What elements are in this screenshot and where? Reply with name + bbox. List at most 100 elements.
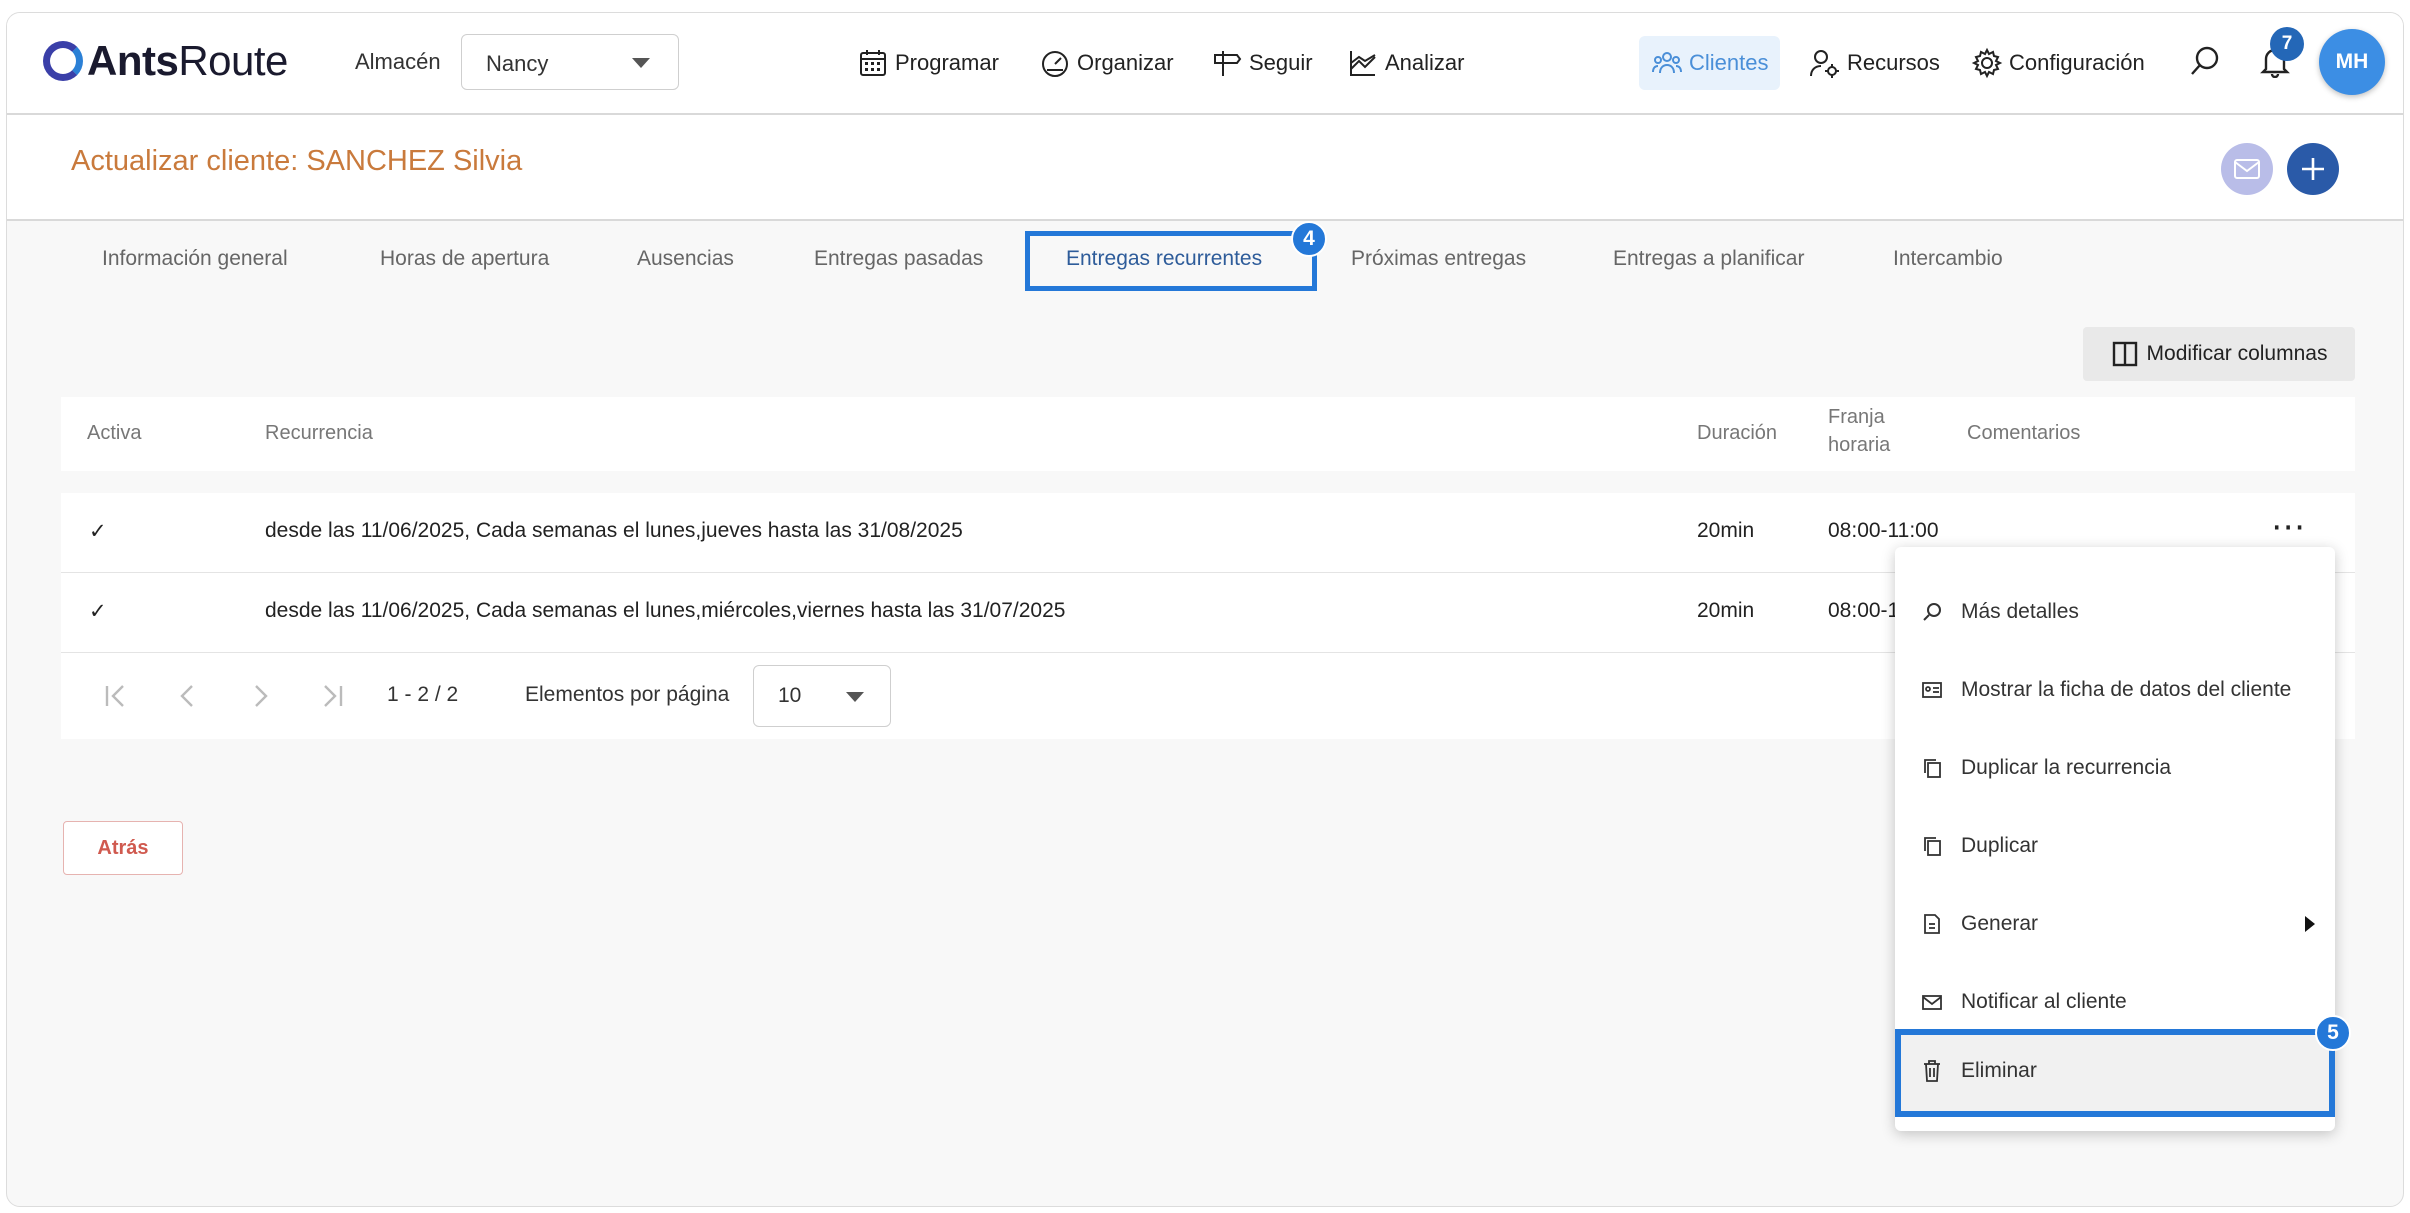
page-range: 1 - 2 / 2 [387,683,459,706]
tab-intercambio[interactable]: Intercambio [1893,247,2003,271]
menu-item-label: Generar [1961,912,2039,935]
menu-item-mas-detalles[interactable]: Más detalles [1895,573,2335,651]
nav-organizar-label: Organizar [1077,50,1174,75]
mail-icon [2234,159,2260,179]
menu-item-duplicar-recurrencia[interactable]: Duplicar la recurrencia [1895,729,2335,807]
search-button[interactable] [2183,39,2227,83]
brand-bold: Ants [87,37,179,84]
step-badge: 5 [2315,1015,2351,1051]
nav-analizar-label: Analizar [1385,50,1465,75]
tab-proximas-entregas[interactable]: Próximas entregas [1351,247,1526,271]
nav-configuracion-label: Configuración [2009,50,2145,75]
row-actions-button[interactable]: ⋯ [2271,507,2306,547]
warehouse-value: Nancy [486,51,549,76]
nav-programar-label: Programar [895,50,999,75]
chevron-down-icon [632,58,650,68]
column-header-active[interactable]: Activa [87,419,141,447]
step-badge: 4 [1291,221,1327,257]
signpost-icon [1214,51,1242,76]
modify-columns-label: Modificar columnas [2146,342,2328,365]
tab-horas-apertura[interactable]: Horas de apertura [380,247,549,271]
copy-icon [1924,759,1941,778]
nav-seguir[interactable]: Seguir [1211,43,1313,83]
add-button[interactable] [2287,143,2339,195]
column-header-slot-line2[interactable]: horaria [1828,431,1890,459]
nav-configuracion[interactable]: Configuración [1971,43,2145,83]
menu-item-label: Eliminar [1961,1059,2037,1082]
page-header: Actualizar cliente: SANCHEZ Silvia [7,115,2403,221]
chart-icon [1350,51,1376,76]
mail-icon [1922,995,1942,1010]
row-active-check: ✓ [89,600,107,623]
columns-icon [2112,341,2137,367]
back-button[interactable]: Atrás [63,821,183,875]
last-page-icon[interactable] [317,681,347,711]
menu-item-label: Duplicar la recurrencia [1961,756,2172,779]
email-button[interactable] [2221,143,2273,195]
warehouse-label: Almacén [355,49,441,74]
next-page-icon[interactable] [245,681,275,711]
zoom-icon [1923,603,1941,621]
nav-recursos[interactable]: Recursos [1809,43,1940,83]
brand-light: Route [178,37,288,84]
nav-organizar[interactable]: Organizar [1039,43,1174,83]
modify-columns-button[interactable]: Modificar columnas [2083,327,2355,381]
gear-icon [1971,47,2003,79]
search-icon [2191,46,2219,75]
tab-informacion-general[interactable]: Información general [102,247,288,271]
row-recurrence: desde las 11/06/2025, Cada semanas el lu… [265,599,1066,622]
row-active-check: ✓ [89,520,107,543]
speedometer-icon [1042,51,1068,77]
trash-icon [1924,1060,1940,1082]
menu-item-eliminar[interactable]: Eliminar [1895,1029,2335,1117]
plus-icon [2302,158,2324,180]
nav-clientes[interactable]: Clientes [1639,36,1781,90]
document-icon [1924,914,1940,934]
menu-item-label: Duplicar [1961,834,2039,857]
caret-right-icon [2305,916,2315,932]
copy-icon [1924,837,1941,856]
menu-item-label: Notificar al cliente [1961,990,2127,1013]
per-page-select[interactable]: 10 [753,665,891,727]
row-slot: 08:00-11:00 [1828,519,1939,542]
prev-page-icon[interactable] [173,681,203,711]
page-title: Actualizar cliente: SANCHEZ Silvia [71,145,523,177]
column-header-comments[interactable]: Comentarios [1967,419,2080,447]
menu-item-duplicar[interactable]: Duplicar [1895,807,2335,885]
avatar[interactable]: MH [2319,29,2385,95]
chevron-down-icon [846,692,864,702]
notification-count-badge: 7 [2270,27,2304,61]
row-duration: 20min [1697,599,1755,622]
tab-ausencias[interactable]: Ausencias [637,247,734,271]
column-header-recurrence[interactable]: Recurrencia [265,419,373,447]
calendar-icon [860,50,886,76]
row-slot: 08:00-1 [1828,599,1900,622]
tab-entregas-pasadas[interactable]: Entregas pasadas [814,247,983,271]
id-card-icon [1922,682,1942,698]
per-page-label: Elementos por página [525,683,730,706]
tab-entregas-a-planificar[interactable]: Entregas a planificar [1613,247,1804,271]
first-page-icon[interactable] [101,681,131,711]
nav-analizar[interactable]: Analizar [1347,43,1464,83]
warehouse-select[interactable]: Nancy [461,34,679,90]
app-window: AntsRoute Almacén Nancy Programar Organi… [6,12,2404,1207]
logo-mark-icon [43,41,83,81]
menu-item-generar[interactable]: Generar [1895,885,2335,963]
top-navigation: AntsRoute Almacén Nancy Programar Organi… [7,13,2403,115]
row-duration: 20min [1697,519,1755,542]
menu-item-label: Más detalles [1961,600,2079,623]
column-header-duration[interactable]: Duración [1697,419,1777,447]
user-gear-icon [1810,50,1839,78]
per-page-value: 10 [778,684,802,707]
tab-entregas-recurrentes[interactable]: Entregas recurrentes [1066,247,1262,271]
menu-item-ficha-cliente[interactable]: Mostrar la ficha de datos del cliente [1895,651,2335,729]
nav-recursos-label: Recursos [1847,50,1940,75]
nav-clientes-label: Clientes [1689,50,1769,75]
menu-item-label: Mostrar la ficha de datos del cliente [1961,678,2292,701]
nav-seguir-label: Seguir [1249,50,1313,75]
users-icon [1652,52,1682,74]
antsroute-logo[interactable]: AntsRoute [43,37,288,85]
row-recurrence: desde las 11/06/2025, Cada semanas el lu… [265,519,963,542]
nav-programar[interactable]: Programar [857,43,999,83]
column-header-slot-line1[interactable]: Franja [1828,403,1885,431]
